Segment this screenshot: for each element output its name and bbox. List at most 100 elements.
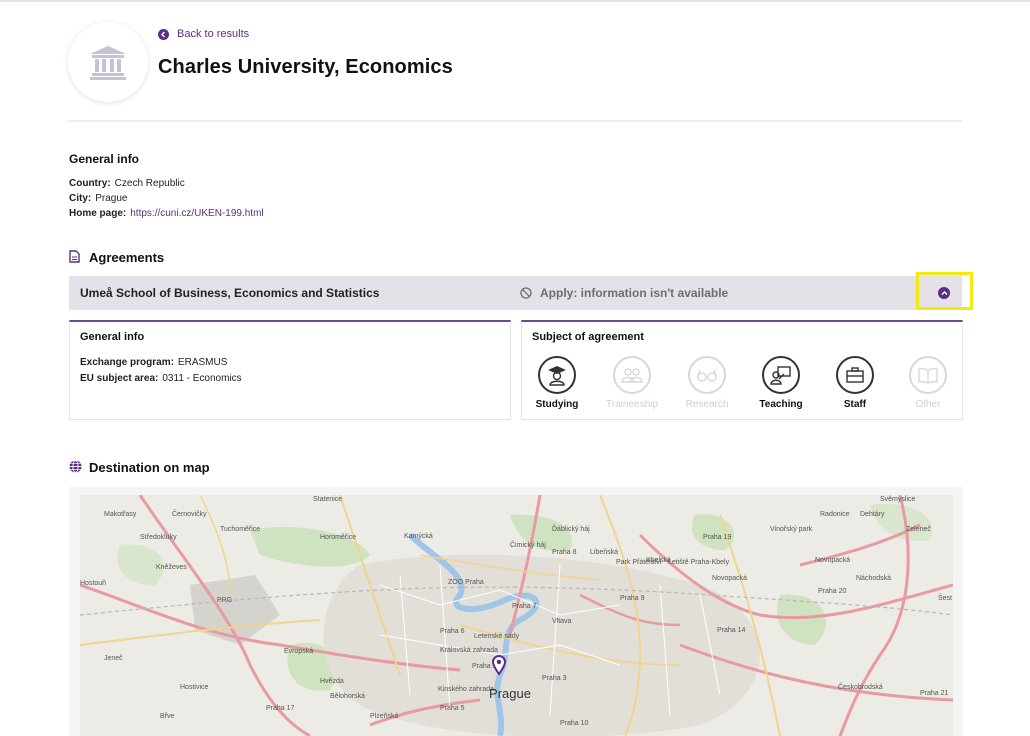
back-label: Back to results <box>177 28 250 40</box>
page-title: Charles University, Economics <box>158 56 453 78</box>
program-label: Exchange program: <box>80 357 174 368</box>
homepage-row: Home page: https://cuni.cz/UKEN-199.html <box>69 208 264 219</box>
map-label: Radonice <box>820 511 850 518</box>
map-label: Praha 10 <box>560 720 589 727</box>
student-icon <box>538 356 576 394</box>
map-label: Letiště Praha-Kbely <box>668 559 730 566</box>
apply-status: Apply: information isn't available <box>520 286 728 300</box>
map-label: ZOO Praha <box>448 579 484 586</box>
agreement-header[interactable]: Umeå School of Business, Economics and S… <box>69 276 962 310</box>
map-label: PRG <box>217 597 233 604</box>
map-label: Hvězda <box>320 678 344 685</box>
agreements-title: Agreements <box>89 250 165 265</box>
back-to-results-link[interactable]: Back to results <box>158 28 249 40</box>
subject-staff: Staff <box>820 356 890 410</box>
document-icon <box>69 250 80 263</box>
glasses-icon <box>688 356 726 394</box>
map-label: Praha 21 <box>920 690 949 697</box>
top-divider <box>0 0 1030 2</box>
map-label: Tuchoměřice <box>220 526 261 533</box>
map-label: Horoměřice <box>320 534 357 541</box>
subject-label: Other <box>915 399 941 410</box>
program-row: Exchange program: ERASMUS <box>80 357 227 368</box>
subject-area-value: 0311 - Economics <box>162 373 242 384</box>
subject-label: Studying <box>535 399 579 410</box>
map-label: Středokluky <box>140 534 177 541</box>
map-label: Praha 17 <box>266 705 295 712</box>
map-container: Statenice Švěmyslice Makotřasy Černovičk… <box>69 487 963 736</box>
map-label: Vltava <box>552 618 572 625</box>
program-value: ERASMUS <box>177 357 228 368</box>
map-label: Praha 19 <box>703 534 732 541</box>
map-label: Park Přátelství <box>616 559 662 566</box>
map-title: Destination on map <box>89 460 210 475</box>
map-label: Šest <box>938 595 953 602</box>
map[interactable]: Statenice Švěmyslice Makotřasy Černovičk… <box>80 495 953 736</box>
map-label: Letenské sady <box>474 633 520 640</box>
map-label: Novopacká <box>712 575 748 582</box>
group-icon <box>613 356 651 394</box>
homepage-label: Home page: <box>69 208 127 219</box>
chevron-left-icon <box>158 28 169 40</box>
subject-card: Subject of agreement Studying Traineeshi… <box>521 320 963 420</box>
map-label: Praha 6 <box>440 628 465 635</box>
university-icon <box>90 46 126 80</box>
map-label: Kinského zahrada <box>438 686 495 693</box>
map-label: Hostivice <box>180 684 209 691</box>
map-label: Makotřasy <box>104 511 137 518</box>
map-label: Zeleneč <box>906 526 931 533</box>
subject-area-label: EU subject area: <box>80 373 159 384</box>
general-info-title: General info <box>69 152 140 166</box>
subject-area-row: EU subject area: 0311 - Economics <box>80 373 242 384</box>
agreement-info-card: General info Exchange program: ERASMUS EU… <box>69 320 511 420</box>
map-label: Švěmyslice <box>880 496 916 503</box>
map-label: Praha 14 <box>717 627 746 634</box>
subject-title: Subject of agreement <box>532 331 644 343</box>
map-label: Vinořský park <box>770 526 813 533</box>
city-label: City: <box>69 193 92 204</box>
homepage-link[interactable]: https://cuni.cz/UKEN-199.html <box>130 208 263 219</box>
map-pin-icon[interactable] <box>491 655 507 680</box>
map-label: Bělohorská <box>330 693 366 700</box>
map-label: Dehtáry <box>860 511 885 518</box>
subject-traineeship: Traineeship <box>597 356 667 410</box>
map-label: Kamýcká <box>404 533 433 540</box>
map-label: Novopacká <box>815 557 851 564</box>
header-divider <box>68 120 962 122</box>
agreement-partner: Umeå School of Business, Economics and S… <box>80 286 380 300</box>
briefcase-icon <box>836 356 874 394</box>
map-label: Českobrodská <box>838 684 883 691</box>
map-label: Břve <box>160 713 175 720</box>
city-row: City: Prague <box>69 193 127 204</box>
subject-studying: Studying <box>522 356 592 410</box>
map-label: Praha 8 <box>552 549 577 556</box>
subject-label: Research <box>685 399 729 410</box>
map-label: Praha 5 <box>440 705 465 712</box>
country-row: Country: Czech Republic <box>69 178 185 189</box>
agreement-info-title: General info <box>80 331 145 343</box>
map-label: Černovičky <box>172 511 207 518</box>
map-label: Libeňská <box>590 549 619 556</box>
country-label: Country: <box>69 178 111 189</box>
blocked-icon <box>520 287 532 299</box>
map-label: Královská zahrada <box>440 647 498 654</box>
subject-other: Other <box>893 356 963 410</box>
map-label: Plzeňská <box>370 713 399 720</box>
map-label: Praha 9 <box>620 595 645 602</box>
subject-teaching: Teaching <box>746 356 816 410</box>
subject-label: Teaching <box>759 399 803 410</box>
subject-research: Research <box>672 356 742 410</box>
map-label: Čimický háj <box>510 542 546 549</box>
map-label: Hostouň <box>80 580 107 587</box>
map-label: Praha 7 <box>512 603 537 610</box>
map-label: Ďáblický háj <box>552 526 590 533</box>
subject-label: Traineeship <box>606 399 658 410</box>
map-label: Náchodská <box>856 575 892 582</box>
country-value: Czech Republic <box>114 178 185 189</box>
teacher-icon <box>762 356 800 394</box>
subject-label: Staff <box>843 399 867 410</box>
apply-status-text: Apply: information isn't available <box>540 286 729 300</box>
map-label: Kněževes <box>156 564 187 571</box>
map-label: Jeneč <box>104 655 123 662</box>
university-logo <box>68 22 148 102</box>
